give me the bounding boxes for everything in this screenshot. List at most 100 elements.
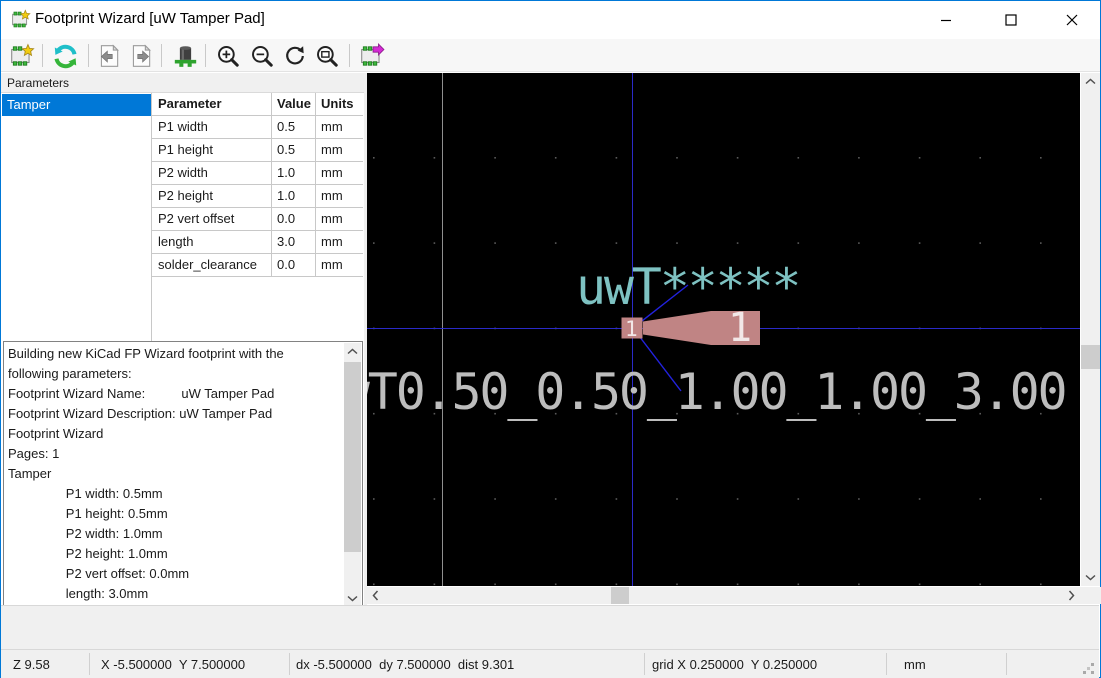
log-scrollbar[interactable] <box>344 343 361 607</box>
param-value[interactable]: 1.0 <box>272 185 316 207</box>
toolbar-separator <box>42 44 43 67</box>
table-row: P2 vert offset 0.0 mm <box>152 208 363 231</box>
zoom-fit-button[interactable] <box>313 42 341 70</box>
maximize-button[interactable] <box>988 1 1034 39</box>
redraw-view-button[interactable] <box>281 42 309 70</box>
param-units: mm <box>316 116 362 138</box>
page-list-item-tamper[interactable]: Tamper <box>2 94 151 116</box>
param-name: solder_clearance <box>152 254 272 276</box>
chevron-left-icon <box>372 590 379 601</box>
log-scroll-up-button[interactable] <box>344 343 361 360</box>
statusbar-divider <box>289 653 290 675</box>
param-name: P2 vert offset <box>152 208 272 230</box>
resize-grip-icon <box>1082 662 1095 675</box>
canvas-horizontal-scrollbar-thumb[interactable] <box>611 587 629 604</box>
wizard-message-text: Building new KiCad FP Wizard footprint w… <box>8 344 342 604</box>
table-row: P1 height 0.5 mm <box>152 139 363 162</box>
param-name: length <box>152 231 272 253</box>
show-pads-button[interactable] <box>171 42 199 70</box>
footprint-preview-drawing: 1 1 uwT***** uwT0.50_0.50_1.00_1.00_3.00 <box>367 73 1080 586</box>
close-icon <box>1066 14 1078 26</box>
param-name: P2 width <box>152 162 272 184</box>
previous-page-button[interactable] <box>95 42 123 70</box>
chevron-right-icon <box>1068 590 1075 601</box>
canvas-scroll-down-button[interactable] <box>1081 569 1100 586</box>
select-wizard-button[interactable] <box>8 42 36 70</box>
statusbar-divider <box>1006 653 1007 675</box>
export-footprint-button[interactable] <box>358 42 386 70</box>
regenerate-button[interactable] <box>51 42 79 70</box>
param-units: mm <box>316 254 362 276</box>
table-row: solder_clearance 0.0 mm <box>152 254 363 277</box>
footprint-wizard-window: Footprint Wizard [uW Tamper Pad] <box>0 0 1101 678</box>
regenerate-icon <box>52 43 79 70</box>
chevron-down-icon <box>1085 574 1096 581</box>
param-name: P1 height <box>152 139 272 161</box>
zoom-level: Z 9.58 <box>13 657 50 672</box>
table-row: length 3.0 mm <box>152 231 363 254</box>
param-units: mm <box>316 185 362 207</box>
minimize-button[interactable] <box>923 1 969 39</box>
zoom-out-button[interactable] <box>248 42 276 70</box>
next-page-button[interactable] <box>127 42 155 70</box>
chevron-up-icon <box>1085 78 1096 85</box>
param-name: P1 width <box>152 116 272 138</box>
log-scrollbar-thumb[interactable] <box>344 362 361 552</box>
relative-position: dx -5.500000 dy 7.500000 dist 9.301 <box>296 657 514 672</box>
canvas-vertical-scrollbar-thumb[interactable] <box>1081 345 1100 369</box>
param-value[interactable]: 0.0 <box>272 254 316 276</box>
units-indicator: mm <box>904 657 926 672</box>
param-units: mm <box>316 162 362 184</box>
table-row: P2 width 1.0 mm <box>152 162 363 185</box>
app-icon <box>10 9 31 30</box>
wizard-message-box: Building new KiCad FP Wizard footprint w… <box>3 341 363 609</box>
param-value[interactable]: 1.0 <box>272 162 316 184</box>
column-header-value: Value <box>272 93 316 115</box>
zoom-in-button[interactable] <box>214 42 242 70</box>
param-units: mm <box>316 231 362 253</box>
select-wizard-icon <box>9 43 35 69</box>
param-value[interactable]: 0.5 <box>272 116 316 138</box>
maximize-icon <box>1005 14 1017 26</box>
chevron-up-icon <box>347 348 358 355</box>
footprint-preview-canvas[interactable]: 1 1 uwT***** uwT0.50_0.50_1.00_1.00_3.00 <box>367 73 1080 586</box>
column-header-parameter: Parameter <box>152 93 272 115</box>
statusbar-divider <box>644 653 645 675</box>
footprint-reference-text: uwT***** <box>576 258 799 316</box>
titlebar: Footprint Wizard [uW Tamper Pad] <box>1 1 1100 39</box>
zoom-fit-icon <box>314 43 340 69</box>
canvas-vertical-scrollbar[interactable] <box>1081 73 1100 586</box>
toolbar-separator <box>349 44 350 67</box>
chevron-down-icon <box>347 595 358 602</box>
canvas-horizontal-scrollbar[interactable] <box>367 587 1080 604</box>
column-header-units: Units <box>316 93 362 115</box>
param-value[interactable]: 0.5 <box>272 139 316 161</box>
export-footprint-icon <box>359 43 385 69</box>
pad1-number-label: 1 <box>625 317 638 341</box>
toolbar-separator <box>161 44 162 67</box>
canvas-scroll-up-button[interactable] <box>1081 73 1100 90</box>
canvas-scroll-right-button[interactable] <box>1063 587 1080 604</box>
zoom-out-icon <box>249 43 275 69</box>
show-pads-icon <box>172 43 199 70</box>
statusbar-divider <box>89 653 90 675</box>
statusbar-divider <box>886 653 887 675</box>
table-row: P2 height 1.0 mm <box>152 185 363 208</box>
param-units: mm <box>316 139 362 161</box>
param-units: mm <box>316 208 362 230</box>
close-button[interactable] <box>1049 1 1095 39</box>
param-value[interactable]: 3.0 <box>272 231 316 253</box>
next-page-icon <box>128 43 154 69</box>
canvas-scroll-left-button[interactable] <box>367 587 384 604</box>
zoom-in-icon <box>215 43 241 69</box>
param-value[interactable]: 0.0 <box>272 208 316 230</box>
footprint-info-bar: uwT***** uwT0.50_0.50_1.00_1.00_3.00 Las… <box>1 605 1099 649</box>
cursor-position: X -5.500000 Y 7.500000 <box>101 657 245 672</box>
parameters-panel-header: Parameters <box>1 73 364 93</box>
table-row: P1 width 0.5 mm <box>152 116 363 139</box>
resize-grip[interactable] <box>1082 662 1095 675</box>
status-bar: Z 9.58 X -5.500000 Y 7.500000 dx -5.5000… <box>1 649 1099 678</box>
footprint-value-text: uwT0.50_0.50_1.00_1.00_3.00 <box>367 363 1065 421</box>
toolbar-separator <box>205 44 206 67</box>
minimize-icon <box>940 14 952 26</box>
